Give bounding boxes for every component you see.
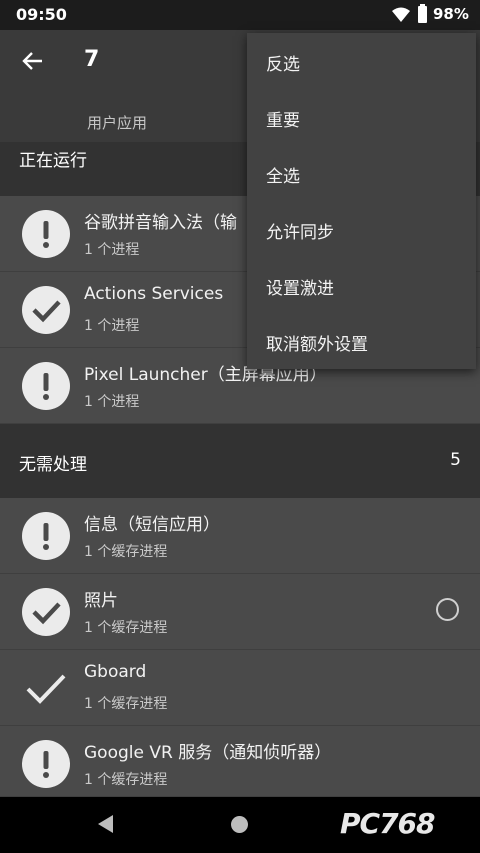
section-count: 5 — [450, 450, 461, 470]
item-subtitle: 1 个缓存进程 — [84, 772, 168, 788]
item-subtitle: 1 个缓存进程 — [84, 544, 168, 560]
menu-item-label: 全选 — [266, 167, 300, 187]
item-title: Actions Services — [84, 284, 224, 304]
menu-item-set-aggressive[interactable]: 设置激进 — [247, 257, 476, 313]
check-icon — [22, 588, 70, 636]
exclamation-icon — [22, 740, 70, 788]
section-title: 正在运行 — [19, 151, 87, 171]
menu-item-allow-sync[interactable]: 允许同步 — [247, 201, 476, 257]
item-subtitle: 1 个进程 — [84, 242, 140, 258]
list-item[interactable]: 信息（短信应用） 1 个缓存进程 — [0, 498, 480, 574]
section-header-idle: 无需处理 5 — [0, 424, 480, 498]
tab-user-apps[interactable]: 用户应用 — [87, 112, 147, 133]
page-title: 7 — [84, 47, 100, 72]
menu-item-label: 允许同步 — [266, 223, 334, 243]
exclamation-icon — [22, 210, 70, 258]
list-item[interactable]: Gboard 1 个缓存进程 — [0, 650, 480, 726]
navigation-bar: PC768 — [0, 797, 480, 853]
wifi-icon — [392, 7, 410, 22]
item-subtitle: 1 个缓存进程 — [84, 696, 168, 712]
item-title: 照片 — [84, 591, 118, 611]
item-title: 谷歌拼音输入法（输 — [84, 213, 237, 233]
menu-item-select-all[interactable]: 全选 — [247, 145, 476, 201]
item-subtitle: 1 个进程 — [84, 318, 140, 334]
back-arrow-icon[interactable] — [18, 46, 48, 76]
menu-item-label: 设置激进 — [266, 279, 334, 299]
check-mark-icon — [26, 674, 66, 704]
menu-item-important[interactable]: 重要 — [247, 89, 476, 145]
item-subtitle: 1 个进程 — [84, 394, 140, 410]
list-item[interactable]: Google VR 服务（通知侦听器） 1 个缓存进程 — [0, 726, 480, 797]
menu-item-cancel-extra-settings[interactable]: 取消额外设置 — [247, 313, 476, 369]
battery-level: 98% — [433, 5, 469, 23]
item-title: 信息（短信应用） — [84, 515, 220, 535]
menu-item-label: 重要 — [266, 111, 300, 131]
status-bar: 09:50 98% — [0, 0, 480, 30]
nav-back-icon[interactable] — [98, 815, 113, 833]
check-icon — [22, 286, 70, 334]
item-title: Google VR 服务（通知侦听器） — [84, 743, 332, 763]
exclamation-icon — [22, 512, 70, 560]
select-radio[interactable] — [436, 598, 459, 621]
menu-item-label: 反选 — [266, 55, 300, 75]
status-time: 09:50 — [16, 5, 67, 24]
nav-home-icon[interactable] — [231, 816, 248, 833]
watermark-logo: PC768 — [340, 807, 436, 840]
menu-item-invert-selection[interactable]: 反选 — [247, 33, 476, 89]
item-subtitle: 1 个缓存进程 — [84, 620, 168, 636]
exclamation-icon — [22, 362, 70, 410]
section-title: 无需处理 — [19, 455, 87, 475]
popup-menu: 反选 重要 全选 允许同步 设置激进 取消额外设置 — [247, 33, 476, 369]
menu-item-label: 取消额外设置 — [266, 335, 368, 355]
item-title: Gboard — [84, 662, 147, 682]
battery-icon — [418, 4, 427, 23]
list-item[interactable]: 照片 1 个缓存进程 — [0, 574, 480, 650]
